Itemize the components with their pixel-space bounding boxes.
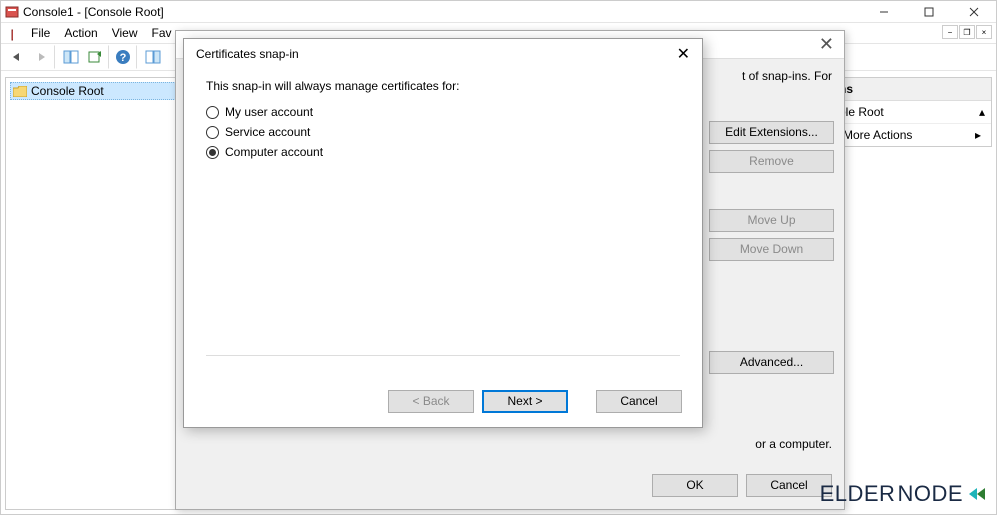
radio-icon	[206, 146, 219, 159]
cert-separator	[206, 355, 680, 356]
window-title: Console1 - [Console Root]	[23, 5, 164, 19]
help-button[interactable]: ?	[113, 45, 137, 69]
move-up-button[interactable]: Move Up	[709, 209, 834, 232]
tree-item-label: Console Root	[31, 84, 104, 98]
actions-more-actions[interactable]: More Actions ▸	[833, 124, 991, 146]
radio-label: My user account	[225, 105, 313, 119]
close-button[interactable]	[951, 1, 996, 23]
radio-label: Computer account	[225, 145, 323, 159]
addremove-close-button[interactable]: ✕	[819, 34, 834, 55]
menu-action[interactable]: Action	[58, 24, 103, 42]
addremove-footer: OK Cancel	[652, 474, 832, 497]
radio-icon	[206, 126, 219, 139]
menu-favorites[interactable]: Fav	[146, 24, 178, 42]
mdi-restore[interactable]: ❐	[959, 25, 975, 39]
addremove-description-fragment: or a computer.	[188, 437, 832, 451]
mdi-close[interactable]: ×	[976, 25, 992, 39]
radio-service-account[interactable]: Service account	[206, 125, 680, 139]
titlebar: Console1 - [Console Root]	[1, 1, 996, 23]
actions-item-label: More Actions	[843, 128, 912, 142]
cert-body: This snap-in will always manage certific…	[184, 69, 702, 175]
mmc-doc-icon	[5, 26, 19, 40]
collapse-icon[interactable]: ▴	[979, 105, 985, 119]
logo-elder: ELDER	[820, 481, 896, 507]
edit-extensions-button[interactable]: Edit Extensions...	[709, 121, 834, 144]
wizard-cancel-button[interactable]: Cancel	[596, 390, 682, 413]
wizard-next-button[interactable]: Next >	[482, 390, 568, 413]
mdi-controls: − ❐ ×	[942, 25, 992, 39]
menu-view[interactable]: View	[106, 24, 144, 42]
wizard-back-button[interactable]: < Back	[388, 390, 474, 413]
actions-header: ns	[833, 78, 991, 101]
move-down-button[interactable]: Move Down	[709, 238, 834, 261]
show-hide-action-pane-button[interactable]	[141, 45, 165, 69]
actions-section-title: ole Root ▴	[833, 101, 991, 124]
addremove-button-column: Edit Extensions... Remove Move Up Move D…	[709, 121, 834, 261]
cert-footer: < Back Next > Cancel	[388, 390, 682, 413]
window-controls	[861, 1, 996, 23]
eldernode-logo: ELDERNODE	[820, 481, 989, 507]
submenu-arrow-icon: ▸	[975, 128, 981, 142]
svg-text:?: ?	[120, 52, 127, 64]
folder-icon	[13, 86, 27, 97]
remove-button[interactable]: Remove	[709, 150, 834, 173]
logo-node: NODE	[897, 481, 963, 507]
maximize-button[interactable]	[906, 1, 951, 23]
mdi-minimize[interactable]: −	[942, 25, 958, 39]
nav-forward-button[interactable]	[31, 45, 55, 69]
mmc-app-icon	[5, 5, 19, 19]
radio-icon	[206, 106, 219, 119]
menu-file[interactable]: File	[25, 24, 56, 42]
advanced-button-wrap: Advanced...	[709, 351, 834, 374]
addremove-ok-button[interactable]: OK	[652, 474, 738, 497]
radio-my-user-account[interactable]: My user account	[206, 105, 680, 119]
console-tree-panel: Console Root	[5, 77, 183, 510]
addremove-desc-text: or a computer.	[188, 437, 832, 451]
actions-section-label: ole Root	[839, 105, 884, 119]
cert-close-button[interactable]: ✕	[677, 44, 690, 64]
nav-back-button[interactable]	[5, 45, 29, 69]
radio-computer-account[interactable]: Computer account	[206, 145, 680, 159]
logo-mark-icon	[967, 483, 989, 505]
radio-label: Service account	[225, 125, 310, 139]
minimize-button[interactable]	[861, 1, 906, 23]
show-hide-tree-button[interactable]	[59, 45, 83, 69]
tree-item-console-root[interactable]: Console Root	[10, 82, 178, 100]
cert-titlebar: Certificates snap-in ✕	[184, 39, 702, 69]
actions-panel: ns ole Root ▴ More Actions ▸	[832, 77, 992, 147]
cert-prompt-text: This snap-in will always manage certific…	[206, 79, 680, 93]
cert-title-text: Certificates snap-in	[196, 47, 299, 61]
certificates-snapin-dialog: Certificates snap-in ✕ This snap-in will…	[183, 38, 703, 428]
advanced-button[interactable]: Advanced...	[709, 351, 834, 374]
export-list-button[interactable]	[85, 45, 109, 69]
addremove-intro-fragment: t of snap-ins. For	[742, 69, 832, 83]
